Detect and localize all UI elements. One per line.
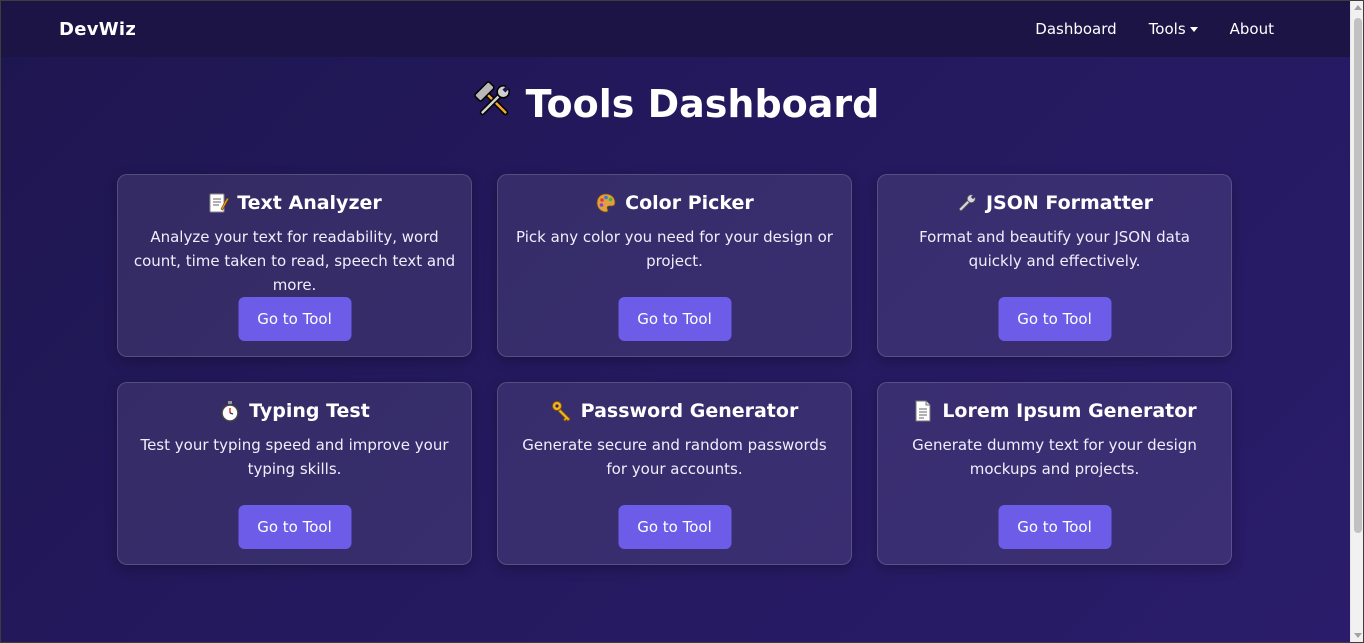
page-title-text: Tools Dashboard (525, 82, 880, 126)
memo-icon (207, 192, 230, 214)
card-title-text: Typing Test (249, 400, 370, 422)
page-icon (912, 400, 934, 422)
go-to-tool-button[interactable]: Go to Tool (238, 505, 351, 549)
card-description: Test your typing speed and improve your … (140, 436, 449, 478)
app-viewport: DevWiz Dashboard Tools About Tools Dashb… (1, 1, 1350, 642)
tool-card-color-picker: Color Picker Pick any color you need for… (497, 174, 852, 357)
card-title: JSON Formatter (878, 192, 1231, 214)
vertical-scrollbar[interactable] (1350, 0, 1364, 643)
nav-links: Dashboard Tools About (1003, 20, 1274, 38)
nav-dropdown-tools-label: Tools (1148, 20, 1186, 38)
card-title: Typing Test (118, 400, 471, 422)
card-title: Text Analyzer (118, 192, 471, 214)
card-title: Color Picker (498, 192, 851, 214)
card-title-text: JSON Formatter (985, 192, 1154, 214)
go-to-tool-button[interactable]: Go to Tool (998, 505, 1111, 549)
scrollbar-thumb[interactable] (1354, 18, 1362, 533)
go-to-tool-button[interactable]: Go to Tool (238, 297, 351, 341)
caret-down-icon (1189, 26, 1198, 32)
nav-link-about[interactable]: About (1230, 20, 1274, 38)
card-title-text: Password Generator (580, 400, 799, 422)
go-to-tool-button[interactable]: Go to Tool (998, 297, 1111, 341)
tool-card-password-generator: Password Generator Generate secure and r… (497, 382, 852, 565)
tool-card-text-analyzer: Text Analyzer Analyze your text for read… (117, 174, 472, 357)
card-description: Generate secure and random passwords for… (522, 436, 827, 478)
brand-logo[interactable]: DevWiz (59, 19, 136, 40)
tool-card-json-formatter: JSON Formatter Format and beautify your … (877, 174, 1232, 357)
card-description: Analyze your text for readability, word … (133, 228, 456, 294)
nav-link-dashboard-label: Dashboard (1035, 20, 1117, 38)
nav-link-about-label: About (1229, 20, 1274, 38)
card-description: Format and beautify your JSON data quick… (919, 228, 1190, 270)
card-title-text: Lorem Ipsum Generator (942, 400, 1197, 422)
scroll-up-arrow-icon[interactable] (1354, 5, 1362, 10)
card-title-text: Text Analyzer (237, 192, 382, 214)
wrench-icon (956, 192, 978, 214)
tool-card-typing-test: Typing Test Test your typing speed and i… (117, 382, 472, 565)
card-title: Lorem Ipsum Generator (878, 400, 1231, 422)
stopwatch-icon (219, 400, 241, 422)
hammer-and-wrench-icon (472, 79, 516, 132)
navbar: DevWiz Dashboard Tools About (1, 1, 1350, 57)
card-title: Password Generator (498, 400, 851, 422)
key-icon (551, 400, 573, 422)
scroll-down-arrow-icon[interactable] (1354, 633, 1362, 638)
go-to-tool-button[interactable]: Go to Tool (618, 297, 731, 341)
palette-icon (595, 192, 617, 214)
card-description: Generate dummy text for your design mock… (912, 436, 1197, 478)
card-description: Pick any color you need for your design … (516, 228, 833, 270)
page-title: Tools Dashboard (1, 79, 1350, 132)
card-title-text: Color Picker (625, 192, 754, 214)
nav-link-dashboard[interactable]: Dashboard (1035, 20, 1116, 38)
nav-dropdown-tools[interactable]: Tools (1149, 20, 1198, 38)
tools-grid: Text Analyzer Analyze your text for read… (117, 174, 1232, 565)
tool-card-lorem-ipsum-generator: Lorem Ipsum Generator Generate dummy tex… (877, 382, 1232, 565)
go-to-tool-button[interactable]: Go to Tool (618, 505, 731, 549)
